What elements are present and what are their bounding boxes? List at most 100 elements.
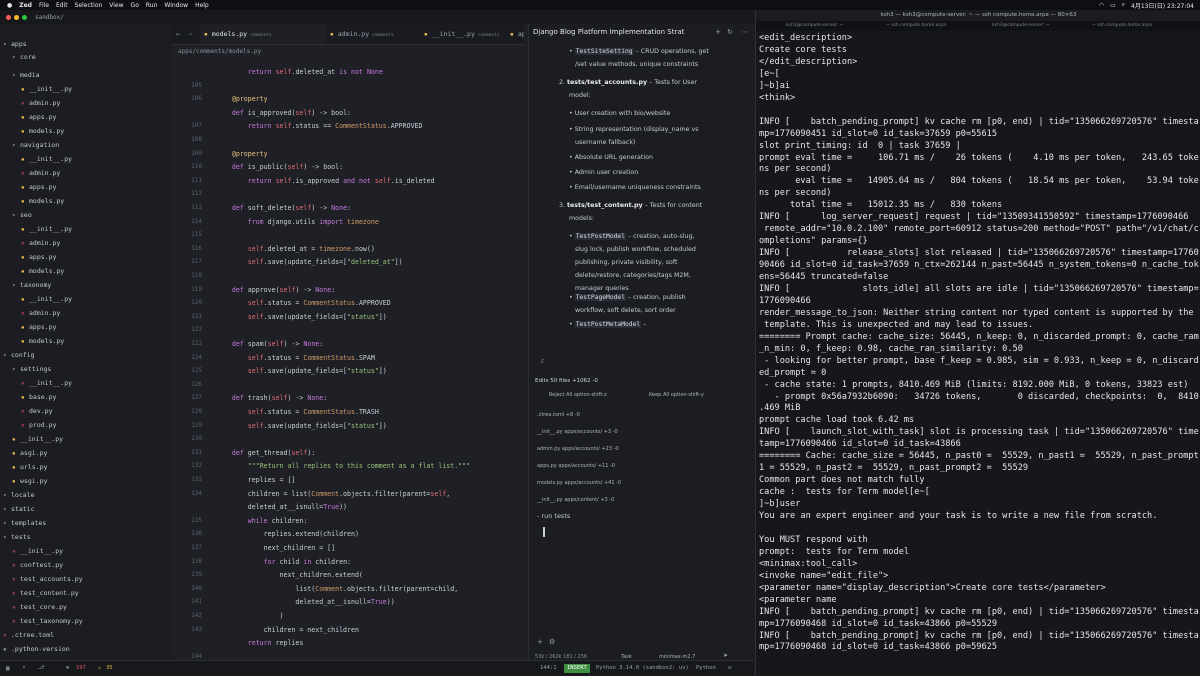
terminal-output[interactable]: <edit_description> Create core tests </edi…: [759, 32, 1199, 672]
apple-icon[interactable]: ●: [7, 2, 12, 9]
tree-file[interactable]: ✕ __init__.py: [21, 377, 72, 390]
terminal-tab-1[interactable]: ksh3@compute-server: ~: [786, 21, 844, 31]
nav-back-icon[interactable]: ←: [176, 24, 180, 44]
code-line[interactable]: children = list(Comment.objects.filter(p…: [216, 490, 451, 498]
tree-folder[interactable]: ▾ navigation: [12, 139, 59, 152]
tree-folder[interactable]: ▾ core: [12, 51, 36, 64]
edited-file-row[interactable]: __init__.py apps/accounts/ +3 -0: [537, 429, 618, 435]
edited-file-row[interactable]: __init__.py apps/content/ +3 -0: [537, 497, 614, 503]
code-line[interactable]: next_children.extend(: [216, 571, 363, 579]
code-line[interactable]: self.status = CommentStatus.APPROVED: [216, 299, 391, 307]
code-line[interactable]: deleted_at__isnull=True)): [216, 598, 394, 606]
bell-icon[interactable]: ✉: [728, 661, 731, 676]
keep-all-button[interactable]: Keep All option-shift-y: [649, 392, 704, 398]
menu-go[interactable]: Go: [131, 2, 139, 9]
code-line[interactable]: self.save(update_fields=["status"]): [216, 422, 387, 430]
tree-file[interactable]: ✕ test_core.py: [12, 601, 67, 614]
terminal-tab-4[interactable]: ~ ssh compute.home.arpa: [1092, 21, 1152, 31]
tree-folder[interactable]: ▾ settings: [12, 363, 51, 376]
panel-toggle-icon[interactable]: ▦: [6, 661, 10, 676]
reject-all-button[interactable]: Reject All option-shift-z: [549, 392, 607, 398]
code-line[interactable]: def soft_delete(self) -> None:: [216, 204, 351, 212]
diagnostics-icon[interactable]: ⊗: [66, 661, 69, 676]
tree-file[interactable]: ▪ models.py: [21, 195, 64, 208]
menu-window[interactable]: Window: [164, 2, 188, 9]
code-line[interactable]: def trash(self) -> None:: [216, 394, 327, 402]
tree-folder[interactable]: ▾ config: [3, 349, 34, 362]
edited-file-row[interactable]: models.py apps/accounts/ +41 -0: [537, 480, 621, 486]
nav-forward-icon[interactable]: →: [188, 24, 192, 44]
tree-file[interactable]: ▪ apps.py: [21, 321, 56, 334]
tree-folder[interactable]: ▾ media: [12, 69, 40, 82]
menu-view[interactable]: View: [109, 2, 123, 9]
tree-file[interactable]: ▪ wsgi.py: [12, 475, 47, 488]
tree-file[interactable]: ▪ apps.py: [21, 251, 56, 264]
tab-models-py[interactable]: ▪ models.py comments: [200, 24, 326, 44]
code-line[interactable]: return self.is_approved and not self.is_…: [216, 177, 435, 185]
menu-run[interactable]: Run: [146, 2, 158, 9]
tree-folder[interactable]: ▾ templates: [3, 517, 46, 530]
edited-file-row[interactable]: .ctree.toml +8 -0: [537, 412, 580, 418]
tree-file[interactable]: ✕ test_taxonomy.py: [12, 615, 83, 628]
terminal-title[interactable]: ksh3 — ksh3@compute-server: ~ — ssh comp…: [756, 10, 1200, 21]
tree-file[interactable]: ▪ .python-version: [3, 643, 70, 656]
cursor-position[interactable]: 144:1: [540, 661, 557, 676]
tree-file[interactable]: ✕ admin.py: [21, 97, 60, 110]
settings-icon[interactable]: ⚙: [549, 638, 555, 646]
code-line[interactable]: @property: [216, 95, 268, 103]
code-line[interactable]: def spam(self) -> None:: [216, 340, 323, 348]
tree-file[interactable]: ✕ test_content.py: [12, 587, 79, 600]
code-line[interactable]: def get_thread(self):: [216, 449, 315, 457]
code-line[interactable]: children = next_children: [216, 626, 359, 634]
tree-folder[interactable]: ▾ apps: [3, 38, 27, 51]
menu-app-name[interactable]: Zed: [19, 2, 32, 9]
history-icon[interactable]: ↻: [727, 28, 733, 36]
python-venv[interactable]: Python 3.14.0 (sandbox2: uv): [596, 661, 689, 676]
more-icon[interactable]: ⋯: [741, 28, 748, 36]
code-line[interactable]: @property: [216, 150, 268, 158]
tree-file[interactable]: ✕ conftest.py: [12, 559, 63, 572]
tree-file[interactable]: ▪ apps.py: [21, 181, 56, 194]
tree-file[interactable]: ▪ apps.py: [21, 111, 56, 124]
tree-file[interactable]: ▪ __init__.py: [21, 223, 72, 236]
tree-folder[interactable]: ▾ static: [3, 503, 34, 516]
code-line[interactable]: for child in children:: [216, 558, 351, 566]
tree-file[interactable]: ▪ asgi.py: [12, 447, 47, 460]
code-line[interactable]: ): [216, 612, 284, 620]
tree-file[interactable]: ▪ base.py: [21, 391, 56, 404]
code-line[interactable]: self.status = CommentStatus.SPAM: [216, 354, 375, 362]
tab--init-py[interactable]: ▪ __init__.py comments: [420, 24, 506, 44]
language-selector[interactable]: Python: [696, 661, 716, 676]
battery-icon[interactable]: ▭: [1110, 2, 1116, 9]
code-line[interactable]: deleted_at__isnull=True)): [216, 503, 347, 511]
search-icon[interactable]: ⌕: [1122, 1, 1125, 9]
code-line[interactable]: self.deleted_at = timezone.now(): [216, 245, 375, 253]
prompt-input-text[interactable]: - run tests: [537, 512, 570, 520]
tree-file[interactable]: ▪ urls.py: [12, 461, 47, 474]
tree-folder[interactable]: ▾ seo: [12, 209, 32, 222]
tree-file[interactable]: ▪ __init__.py: [21, 293, 72, 306]
add-context-icon[interactable]: +: [537, 638, 543, 646]
tree-folder[interactable]: ▾ tests: [3, 531, 31, 544]
code-line[interactable]: self.save(update_fields=["status"]): [216, 313, 387, 321]
code-line[interactable]: self.status = CommentStatus.TRASH: [216, 408, 379, 416]
tree-file[interactable]: ▪ __init__.py: [21, 83, 72, 96]
code-line[interactable]: next_children = []: [216, 544, 335, 552]
project-name[interactable]: sandbox/: [35, 14, 64, 21]
tree-file[interactable]: ✕ prod.py: [21, 419, 56, 432]
menu-clock[interactable]: 4月13日(日) 23:27:04: [1131, 1, 1194, 10]
zoom-window-icon[interactable]: [22, 14, 27, 20]
code-line[interactable]: def is_approved(self) -> bool:: [216, 109, 351, 117]
code-line[interactable]: list(Comment.objects.filter(parent=child…: [216, 585, 458, 593]
tree-file[interactable]: ✕ admin.py: [21, 167, 60, 180]
warning-icon[interactable]: ⚠: [98, 661, 101, 676]
tree-file[interactable]: ✕ dev.py: [21, 405, 52, 418]
tree-file[interactable]: ✕ admin.py: [21, 307, 60, 320]
menu-edit[interactable]: Edit: [56, 2, 68, 9]
code-line[interactable]: self.save(update_fields=["status"]): [216, 367, 387, 375]
search-panel-icon[interactable]: ⌕: [22, 661, 25, 676]
tree-file[interactable]: ▪ models.py: [21, 125, 64, 138]
code-line[interactable]: """Return all replies to this comment as…: [216, 462, 470, 470]
code-line[interactable]: self.save(update_fields=["deleted_at"]): [216, 258, 403, 266]
add-thread-icon[interactable]: +: [715, 28, 721, 36]
